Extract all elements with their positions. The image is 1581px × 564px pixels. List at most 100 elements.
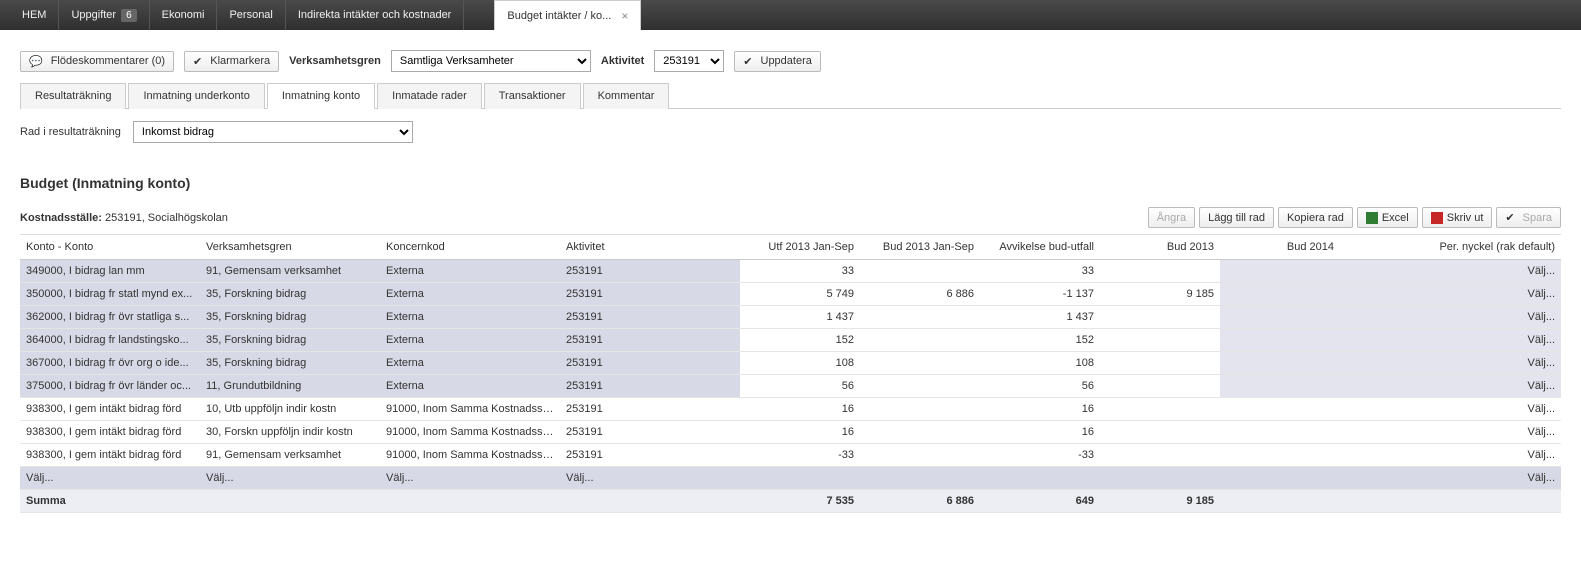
cell-b14[interactable] (1220, 352, 1340, 375)
table-row[interactable]: 938300, I gem intäkt bidrag förd91, Geme… (20, 444, 1561, 467)
cell-budjs[interactable] (860, 398, 980, 421)
cell-vg[interactable]: 35, Forskning bidrag (200, 306, 380, 329)
cell-avv[interactable]: 152 (980, 329, 1100, 352)
rad-select[interactable]: Inkomst bidrag (133, 121, 413, 143)
cell-avv[interactable]: 108 (980, 352, 1100, 375)
cell-vg[interactable]: 35, Forskning bidrag (200, 283, 380, 306)
lagg-till-rad-button[interactable]: Lägg till rad (1199, 207, 1274, 228)
col-pernyckel[interactable]: Per. nyckel (rak default) (1340, 235, 1561, 260)
cell-konto[interactable]: 938300, I gem intäkt bidrag förd (20, 398, 200, 421)
cell-akt[interactable]: 253191 (560, 329, 740, 352)
cell-akt[interactable]: 253191 (560, 352, 740, 375)
table-row[interactable]: 364000, I bidrag fr landstingsko...35, F… (20, 329, 1561, 352)
cell-avv[interactable]: 16 (980, 421, 1100, 444)
new-konto[interactable]: Välj... (20, 467, 200, 490)
col-aktivitet[interactable]: Aktivitet (560, 235, 740, 260)
cell-konto[interactable]: 362000, I bidrag fr övr statliga s... (20, 306, 200, 329)
cell-pernyckel[interactable]: Välj... (1340, 329, 1561, 352)
cell-b14[interactable] (1220, 398, 1340, 421)
cell-pernyckel[interactable]: Välj... (1340, 444, 1561, 467)
cell-pernyckel[interactable]: Välj... (1340, 375, 1561, 398)
cell-pernyckel[interactable]: Välj... (1340, 306, 1561, 329)
cell-budjs[interactable] (860, 421, 980, 444)
angra-button[interactable]: Ångra (1148, 207, 1195, 228)
aktivitet-select[interactable]: 253191 (654, 50, 724, 72)
cell-konto[interactable]: 350000, I bidrag fr statl mynd ex... (20, 283, 200, 306)
table-row[interactable]: 938300, I gem intäkt bidrag förd10, Utb … (20, 398, 1561, 421)
cell-konto[interactable]: 349000, I bidrag lan mm (20, 260, 200, 283)
nav-uppgifter[interactable]: Uppgifter 6 (59, 0, 149, 30)
cell-utf[interactable]: 56 (740, 375, 860, 398)
cell-budjs[interactable] (860, 375, 980, 398)
cell-b13[interactable] (1100, 352, 1220, 375)
new-kk[interactable]: Välj... (380, 467, 560, 490)
cell-konto[interactable]: 367000, I bidrag fr övr org o ide... (20, 352, 200, 375)
nav-ekonomi[interactable]: Ekonomi (150, 0, 218, 30)
cell-kk[interactable]: Externa (380, 375, 560, 398)
cell-budjs[interactable] (860, 306, 980, 329)
excel-button[interactable]: Excel (1357, 207, 1418, 228)
new-akt[interactable]: Välj... (560, 467, 740, 490)
cell-vg[interactable]: 11, Grundutbildning (200, 375, 380, 398)
tab-kommentar[interactable]: Kommentar (583, 83, 670, 109)
nav-indirekta[interactable]: Indirekta intäkter och kostnader (286, 0, 464, 30)
cell-avv[interactable]: 33 (980, 260, 1100, 283)
tab-inmatning-underkonto[interactable]: Inmatning underkonto (128, 83, 264, 109)
cell-utf[interactable]: 1 437 (740, 306, 860, 329)
cell-vg[interactable]: 30, Forskn uppföljn indir kostn (200, 421, 380, 444)
cell-b13[interactable] (1100, 260, 1220, 283)
new-pn[interactable]: Välj... (1340, 467, 1561, 490)
cell-pernyckel[interactable]: Välj... (1340, 352, 1561, 375)
cell-budjs[interactable] (860, 260, 980, 283)
cell-utf[interactable]: 152 (740, 329, 860, 352)
cell-utf[interactable]: 16 (740, 398, 860, 421)
cell-avv[interactable]: 56 (980, 375, 1100, 398)
cell-budjs[interactable]: 6 886 (860, 283, 980, 306)
col-bud2013[interactable]: Bud 2013 (1100, 235, 1220, 260)
close-icon[interactable]: × (621, 9, 628, 23)
tab-resultat[interactable]: Resultaträkning (20, 83, 126, 109)
col-budjs[interactable]: Bud 2013 Jan-Sep (860, 235, 980, 260)
cell-vg[interactable]: 91, Gemensam verksamhet (200, 260, 380, 283)
cell-kk[interactable]: 91000, Inom Samma Kostnadsställe (380, 421, 560, 444)
cell-b13[interactable] (1100, 444, 1220, 467)
cell-b14[interactable] (1220, 329, 1340, 352)
cell-utf[interactable]: 5 749 (740, 283, 860, 306)
table-row[interactable]: 362000, I bidrag fr övr statliga s...35,… (20, 306, 1561, 329)
cell-b14[interactable] (1220, 260, 1340, 283)
cell-vg[interactable]: 91, Gemensam verksamhet (200, 444, 380, 467)
cell-kk[interactable]: Externa (380, 306, 560, 329)
cell-avv[interactable]: -1 137 (980, 283, 1100, 306)
cell-kk[interactable]: 91000, Inom Samma Kostnadsställe (380, 398, 560, 421)
cell-konto[interactable]: 938300, I gem intäkt bidrag förd (20, 421, 200, 444)
cell-budjs[interactable] (860, 444, 980, 467)
uppdatera-button[interactable]: Uppdatera (734, 51, 821, 72)
cell-pernyckel[interactable]: Välj... (1340, 421, 1561, 444)
cell-b13[interactable] (1100, 329, 1220, 352)
table-row[interactable]: 349000, I bidrag lan mm91, Gemensam verk… (20, 260, 1561, 283)
cell-kk[interactable]: 91000, Inom Samma Kostnadsställe (380, 444, 560, 467)
cell-kk[interactable]: Externa (380, 329, 560, 352)
cell-akt[interactable]: 253191 (560, 260, 740, 283)
cell-utf[interactable]: 33 (740, 260, 860, 283)
nav-personal[interactable]: Personal (217, 0, 285, 30)
tab-transaktioner[interactable]: Transaktioner (484, 83, 581, 109)
cell-utf[interactable]: 16 (740, 421, 860, 444)
col-bud2014[interactable]: Bud 2014 (1220, 235, 1340, 260)
cell-avv[interactable]: -33 (980, 444, 1100, 467)
klarmarkera-button[interactable]: Klarmarkera (184, 51, 279, 72)
col-konto[interactable]: Konto - Konto (20, 235, 200, 260)
skriv-ut-button[interactable]: Skriv ut (1422, 207, 1493, 228)
flodeskommentarer-button[interactable]: Flödeskommentarer (0) (20, 51, 174, 72)
cell-b13[interactable] (1100, 375, 1220, 398)
cell-utf[interactable]: 108 (740, 352, 860, 375)
cell-b13[interactable]: 9 185 (1100, 283, 1220, 306)
cell-b13[interactable] (1100, 398, 1220, 421)
spara-button[interactable]: Spara (1496, 207, 1561, 228)
cell-utf[interactable]: -33 (740, 444, 860, 467)
cell-b14[interactable] (1220, 283, 1340, 306)
nav-hem[interactable]: HEM (10, 0, 59, 30)
new-row[interactable]: Välj... Välj... Välj... Välj... Välj... (20, 467, 1561, 490)
new-vg[interactable]: Välj... (200, 467, 380, 490)
kopiera-rad-button[interactable]: Kopiera rad (1278, 207, 1353, 228)
